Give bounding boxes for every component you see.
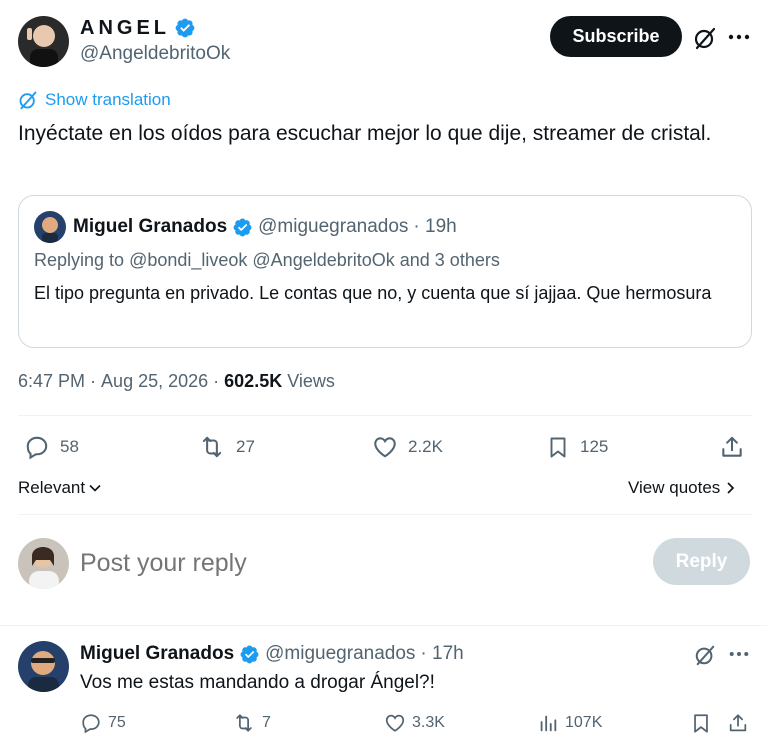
quote-author-avatar [34,211,66,243]
quoted-tweet-card[interactable]: Miguel Granados @miguegranados · 19h Rep… [18,195,752,348]
reply-author-avatar[interactable] [18,641,69,692]
more-icon[interactable] [726,24,752,50]
reply-header: Miguel Granados @miguegranados · 17h [80,643,464,665]
like-count: 2.2K [408,437,443,456]
bookmark-icon [694,714,708,733]
repost-action[interactable]: 27 [198,434,255,460]
chevron-right-icon [727,482,735,494]
reply-like-action[interactable]: 3.3K [384,712,445,734]
quote-header: Miguel Granados @miguegranados · 19h [73,216,457,238]
reply-action[interactable]: 58 [24,434,79,460]
heart-icon [374,437,396,458]
bookmark-count: 125 [580,437,609,456]
reply-more-icon[interactable] [726,641,752,667]
views-label: Views [287,371,335,391]
heart-icon [385,714,405,732]
quote-time: · 19h [413,216,457,237]
reply-repost-count: 7 [262,714,271,731]
replying-users: @bondi_liveok @AngeldebritoOk [129,250,395,270]
tweet-time[interactable]: 6:47 PM [18,371,85,392]
views-count: 602.5K [224,371,283,391]
reply-icon [82,714,100,734]
show-translation-label[interactable]: Show translation [45,90,171,110]
reply-icon [26,436,48,460]
repost-icon [236,714,252,732]
quote-replying-to: Replying to @bondi_liveok @AngeldebritoO… [34,250,500,271]
reply-input[interactable] [80,545,620,581]
reply-views-action[interactable]: 107K [537,712,602,734]
reply-button[interactable]: Reply [653,538,750,585]
reply-repost-action[interactable]: 7 [232,712,271,734]
current-user-avatar[interactable] [18,538,69,589]
replying-prefix: Replying to [34,250,125,270]
divider [18,415,752,416]
author-avatar[interactable] [18,16,69,67]
share-icon [722,436,742,457]
repost-count: 27 [236,437,255,456]
divider [0,625,767,626]
reply-author-handle[interactable]: @miguegranados [265,643,415,665]
reply-reply-count: 75 [108,714,126,731]
reply-grok-icon[interactable] [691,641,719,669]
quote-author-handle: @miguegranados [258,216,409,237]
reply-like-count: 3.3K [412,714,445,731]
subscribe-button[interactable]: Subscribe [550,16,682,57]
view-quotes-label[interactable]: View quotes [628,478,720,498]
share-icon [729,714,747,732]
bookmark-icon [550,437,566,458]
show-translation-link[interactable]: Show translation [18,90,171,110]
replying-suffix: and 3 others [399,250,500,270]
view-quotes-link[interactable]: View quotes [628,478,736,498]
author-display-name[interactable]: ANGEL [80,17,170,40]
like-action[interactable]: 2.2K [372,434,443,460]
divider [18,514,752,515]
verified-badge-icon [240,645,259,663]
verified-badge-icon [233,218,252,236]
grok-icon[interactable] [691,24,719,52]
author-handle[interactable]: @AngeldebritoOk [80,43,230,65]
reply-reply-action[interactable]: 75 [80,712,126,734]
reply-share-action[interactable] [727,712,749,734]
tweet-text: Inyéctate en los oídos para escuchar mej… [18,122,712,145]
tweet-meta: 6:47 PM · Aug 25, 2026 · 602.5K Views [18,371,335,392]
chevron-down-icon [89,484,101,492]
reply-text: Vos me estas mandando a drogar Ángel?! [80,672,435,693]
quote-text: El tipo pregunta en privado. Le contas q… [34,283,712,303]
sort-relevant-dropdown[interactable]: Relevant [18,478,102,498]
quote-author-name: Miguel Granados [73,216,228,237]
repost-icon [202,436,222,458]
views-chart-icon [540,715,557,732]
share-action[interactable] [719,434,745,460]
reply-bookmark-action[interactable] [690,712,712,734]
verified-badge-icon [175,18,195,38]
reply-count: 58 [60,437,79,456]
grok-translate-icon [19,91,37,110]
bookmark-action[interactable]: 125 [546,434,608,460]
reply-views-count: 107K [565,714,603,731]
reply-author-name[interactable]: Miguel Granados [80,643,234,665]
reply-time[interactable]: · 17h [420,643,463,665]
tweet-date[interactable]: Aug 25, 2026 [101,371,208,392]
author-name-row[interactable]: ANGEL [80,15,196,41]
sort-relevant-label[interactable]: Relevant [18,478,85,498]
